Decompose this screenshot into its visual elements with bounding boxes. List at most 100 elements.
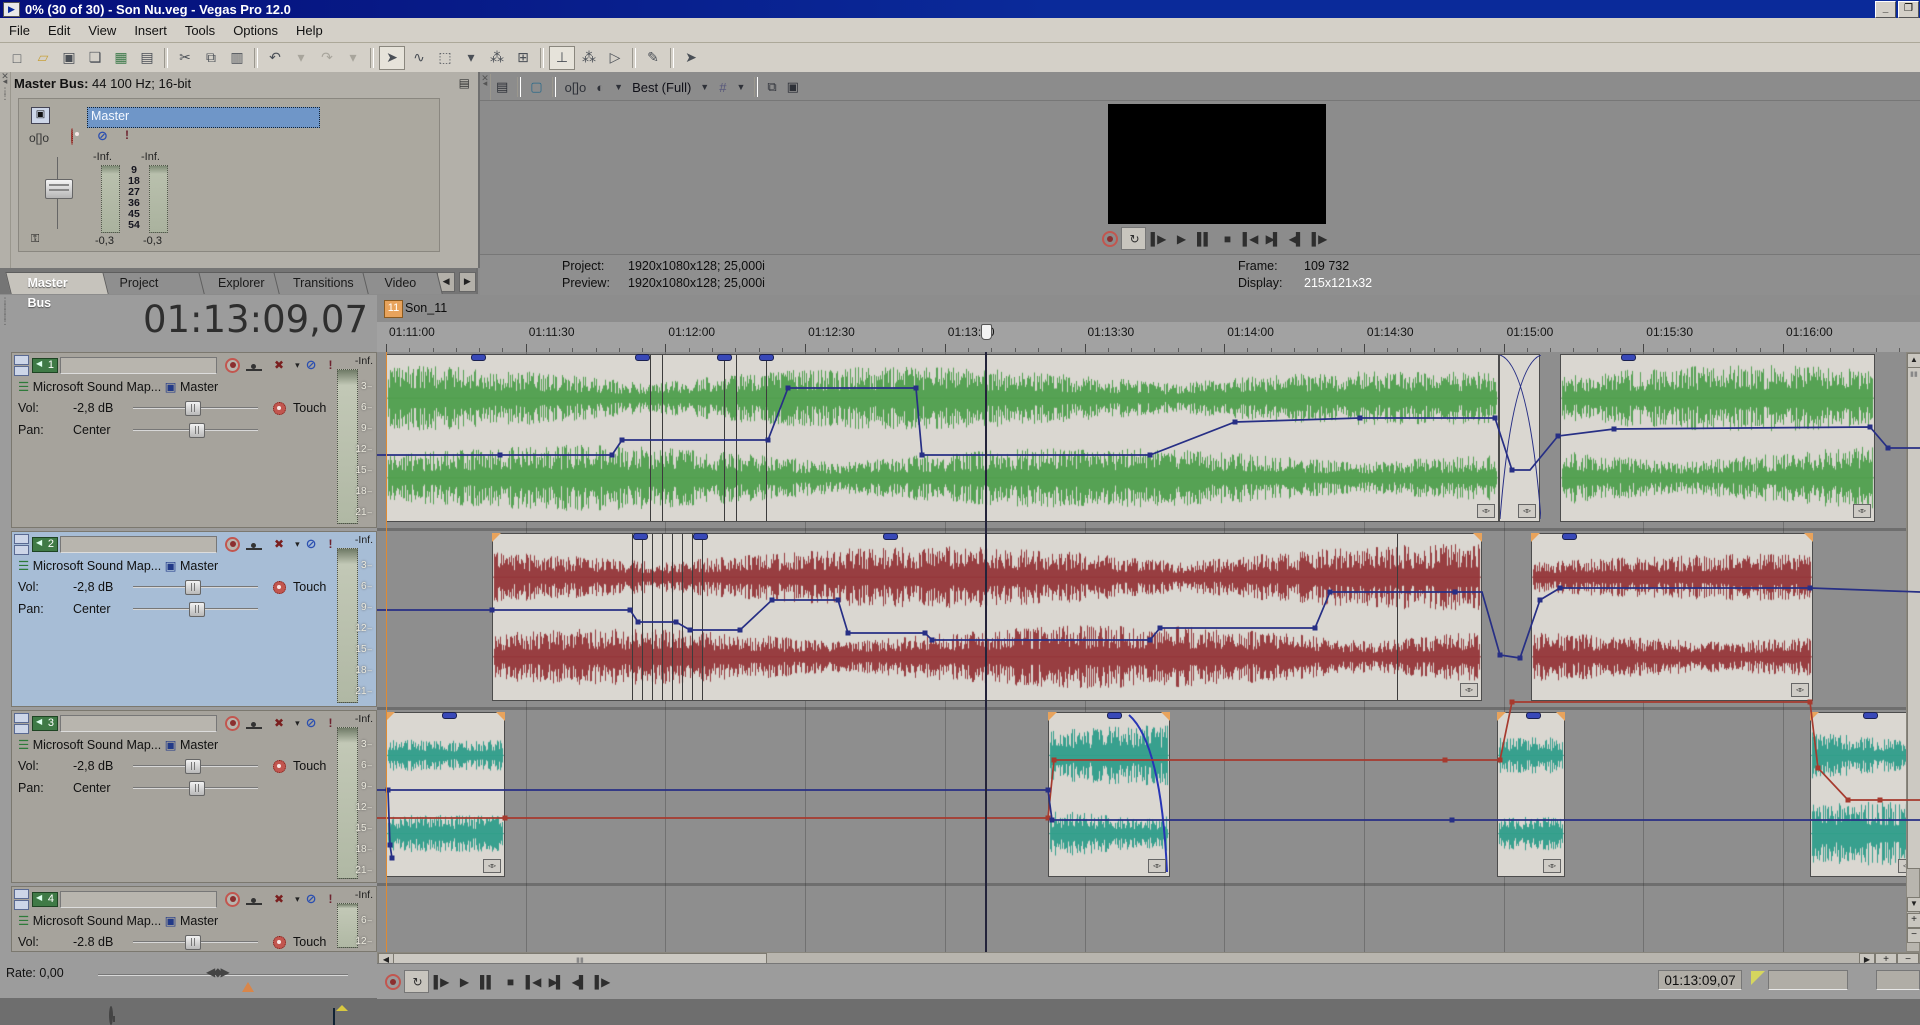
overlay-grid-icon[interactable]: # [719,80,726,95]
automation-gear-icon[interactable] [273,402,286,415]
record-button[interactable] [381,971,404,992]
event-fx-icon[interactable]: ◃▹ [483,859,501,873]
track-mute-icon[interactable]: ✖ [274,716,284,730]
marker-tag[interactable]: 11 [384,300,403,318]
track-device[interactable]: Microsoft Sound Map... [33,559,162,573]
preview-next-frame-button[interactable]: ▌▶ [1307,228,1330,249]
tab-explorer[interactable]: Explorer [199,272,285,294]
bus-restore-icon[interactable]: ▣ [31,107,50,124]
new-project-icon[interactable]: □ [5,47,29,69]
event-fx-icon[interactable]: ◃▹ [1853,504,1871,518]
track-device[interactable]: Microsoft Sound Map... [33,914,162,928]
track-bus[interactable]: Master [180,380,218,394]
track-phase-icon[interactable]: ǃ [329,358,333,372]
tab-transitions[interactable]: Transitions [273,272,373,294]
play-from-start-button[interactable]: ▌▶ [429,971,452,992]
track-name-field[interactable] [60,357,217,374]
paint-icon[interactable]: ✎ [641,47,665,69]
preview-stop-button[interactable]: ■ [1215,228,1238,249]
cursor-time-field[interactable]: 01:13:09,07 [1658,970,1742,990]
automation-gear-icon[interactable] [273,760,286,773]
video-fx-icon[interactable]: o[]o [565,80,587,95]
preview-loop-playback-button[interactable]: ↻ [1121,227,1146,250]
scroll-up-icon[interactable]: ▲ [1907,353,1920,368]
track-header-1[interactable]: 1✖▾⊘ǃ☰ Microsoft Sound Map... ▣ MasterVo… [11,352,377,528]
preview-go-to-end-button[interactable]: ▶▌ [1261,228,1284,249]
bus-assign-icon[interactable]: ▣ [165,914,177,928]
preview-go-to-start-button[interactable]: ▌◀ [1238,228,1261,249]
preview-pause-button[interactable]: ▌▌ [1192,228,1215,249]
redo-arrow-icon[interactable]: ▾ [341,47,365,69]
vertical-scrollbar[interactable]: ▲ ▼ + − [1906,352,1920,952]
track-mute-icon[interactable]: ✖ [274,892,284,906]
preview-quality-select[interactable]: Best (Full) [632,80,691,95]
automation-gear-icon[interactable] [273,936,286,949]
menu-help[interactable]: Help [287,21,332,40]
track-arm-record-icon[interactable] [225,716,240,731]
menu-tools[interactable]: Tools [176,21,224,40]
rate-slider-handle[interactable]: ◀◆▶ [206,965,228,979]
mute-arrow-icon[interactable]: ▾ [295,360,300,371]
bus-name-field[interactable]: Master [87,107,320,128]
event-fx-icon[interactable]: ◃▹ [1791,683,1809,697]
volume-slider[interactable] [133,401,258,414]
scroll-down-icon[interactable]: ▼ [1907,897,1920,912]
project-properties-icon[interactable]: ❏ [83,47,107,69]
track-envelope-icon[interactable] [246,360,262,371]
track-name-field[interactable] [60,715,217,732]
automation-settings-icon[interactable] [71,129,73,144]
rate-marker-icon[interactable] [242,982,254,992]
track-envelope-icon[interactable] [246,539,262,550]
open-icon[interactable]: ▱ [31,47,55,69]
preview-play-button[interactable]: ▶ [1169,228,1192,249]
pan-value[interactable]: Center [73,423,111,437]
minimize-button[interactable]: _ [1875,1,1896,18]
insert-fx-icon[interactable]: o[]o [29,131,49,145]
automation-mode[interactable]: Touch [293,935,326,949]
preview-list-icon[interactable]: ▤ [496,79,508,95]
quality-arrow-icon[interactable]: ▼ [700,82,709,92]
tracklist-grip[interactable]: ⋮⋮⋮⋮⋮ [0,299,10,359]
track-bus[interactable]: Master [180,738,218,752]
track-device[interactable]: Microsoft Sound Map... [33,738,162,752]
menu-edit[interactable]: Edit [39,21,79,40]
mute-arrow-icon[interactable]: ▾ [295,718,300,729]
track-header-2[interactable]: 2✖▾⊘ǃ☰ Microsoft Sound Map... ▣ MasterVo… [11,531,377,707]
track-mute-icon[interactable]: ✖ [274,358,284,372]
time-ruler[interactable]: 01:11:0001:11:3001:12:0001:12:3001:13:00… [377,322,1920,353]
menu-options[interactable]: Options [224,21,287,40]
track-solo-icon[interactable]: ⊘ [306,891,317,907]
grid-icon[interactable]: ⁂ [577,47,601,69]
copy-snapshot-icon[interactable]: ⧉ [767,79,776,95]
track-phase-icon[interactable]: ǃ [329,537,333,551]
menu-insert[interactable]: Insert [125,21,176,40]
vol-value[interactable]: -2,8 dB [73,401,113,415]
vol-value[interactable]: -2.8 dB [73,935,113,949]
next-frame-button[interactable]: ▌▶ [590,971,613,992]
master-fader-handle[interactable] [45,179,73,199]
volume-slider[interactable] [133,935,258,948]
bus-assign-icon[interactable]: ▣ [165,380,177,394]
track-device[interactable]: Microsoft Sound Map... [33,380,162,394]
audio-event[interactable]: ◃▹ [1048,712,1170,877]
track-minimize-icon[interactable] [14,534,30,555]
marker-label[interactable]: Son_11 [405,301,447,315]
pan-slider[interactable] [133,602,258,615]
audio-event[interactable]: ◃▹ [1810,712,1920,877]
help-tool-icon[interactable]: ➤ [679,47,703,69]
zoom-in-track-icon[interactable]: + [1907,913,1920,928]
envelope-edit-tool-icon[interactable]: ∿ [407,47,431,69]
cursor-handle[interactable] [981,324,992,340]
pan-value[interactable]: Center [73,781,111,795]
audio-event[interactable]: ◃▹ [386,354,1499,522]
volume-slider[interactable] [133,759,258,772]
snap-icon[interactable]: ⊥ [549,46,575,70]
track-area[interactable]: ◃▹◃▹◃▹◃▹◃▹◃▹◃▹◃▹◃▹ [377,352,1920,952]
track-lane-4[interactable] [377,886,1920,952]
tab-project-media[interactable]: Project Media [98,272,210,294]
paste-icon[interactable]: ▥ [225,47,249,69]
zoom-edit-tool-icon[interactable] [333,1008,335,1025]
event-fx-icon[interactable]: ◃▹ [1148,859,1166,873]
split-screen-icon[interactable]: ◐ [596,80,604,95]
external-monitor-icon[interactable]: ▢ [530,79,542,95]
